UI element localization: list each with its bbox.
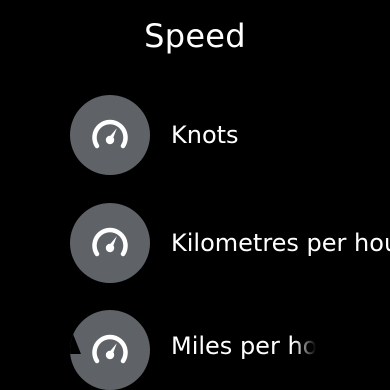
list-item-label: Knots	[171, 121, 239, 149]
list-item-knots[interactable]: Knots	[70, 95, 390, 175]
speedometer-icon	[92, 334, 128, 364]
watch-screen: Speed Knots Kilometres per hour Miles pe…	[0, 0, 390, 390]
list-item-miles-per-hour[interactable]: Miles per hour	[70, 310, 390, 390]
list-item-kilometres-per-hour[interactable]: Kilometres per hour	[70, 203, 390, 283]
icon-circle	[70, 310, 150, 390]
speedometer-icon	[92, 119, 128, 149]
speedometer-icon	[92, 227, 128, 257]
list-item-label: Kilometres per hour	[171, 229, 390, 257]
list-item-label: Miles per hour	[171, 330, 316, 370]
speed-unit-list: Knots Kilometres per hour Miles per ho	[0, 0, 390, 390]
icon-circle	[70, 95, 150, 175]
icon-circle	[70, 203, 150, 283]
list-item-label-text: Miles per hour	[171, 332, 316, 360]
